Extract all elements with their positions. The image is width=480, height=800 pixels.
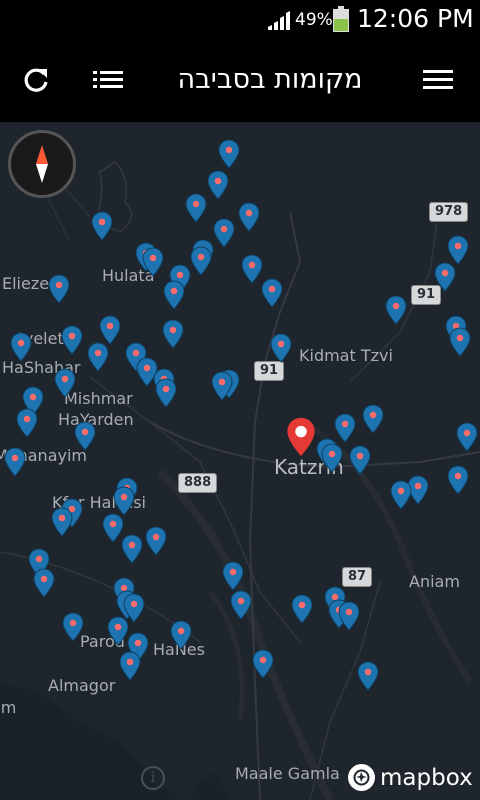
location-pin[interactable] [211,371,233,401]
road-shield: 888 [178,473,218,493]
location-pin[interactable] [10,332,32,362]
refresh-button[interactable] [6,38,66,122]
location-pin[interactable] [61,325,83,355]
location-pin[interactable] [51,507,73,537]
location-pin[interactable] [87,342,109,372]
location-pin[interactable] [385,295,407,325]
location-pin[interactable] [91,211,113,241]
location-pin[interactable] [222,561,244,591]
road-shield: 978 [429,202,469,222]
compass-button[interactable] [8,130,76,198]
location-pin[interactable] [162,319,184,349]
location-pin[interactable] [207,170,229,200]
location-pin[interactable] [261,278,283,308]
location-pin[interactable] [155,378,177,408]
location-pin[interactable] [99,315,121,345]
location-pin[interactable] [434,262,456,292]
location-pin[interactable] [357,661,379,691]
place-label: Maale Gamla [235,764,340,783]
location-pin[interactable] [338,601,360,631]
location-pin[interactable] [349,445,371,475]
location-pin[interactable] [230,590,252,620]
signal-icon [268,11,290,30]
location-pin[interactable] [163,280,185,310]
location-pin[interactable] [270,333,292,363]
location-pin[interactable] [291,594,313,624]
place-label: Korazim [0,698,17,717]
location-pin[interactable] [447,465,469,495]
list-icon [93,71,123,88]
list-view-button[interactable] [78,38,138,122]
location-pin[interactable] [54,368,76,398]
mapbox-icon [348,764,375,791]
location-pin[interactable] [74,421,96,451]
location-pin[interactable] [456,422,478,452]
location-pin[interactable] [16,408,38,438]
app-bar: מקומות בסביבה [0,38,480,122]
place-label: Almagor [48,676,116,695]
status-bar: 49% 12:06 PM [0,0,480,38]
location-pin[interactable] [390,480,412,510]
location-pin[interactable] [107,616,129,646]
mapbox-logo: mapbox [348,764,473,791]
location-pin[interactable] [33,568,55,598]
hamburger-menu-icon [423,70,453,89]
road-shield: 91 [254,361,285,381]
location-pin[interactable] [113,486,135,516]
location-pin[interactable] [362,404,384,434]
status-time: 12:06 PM [357,4,474,33]
refresh-icon [24,68,48,92]
location-pin[interactable] [447,235,469,265]
location-pin[interactable] [145,526,167,556]
location-pin[interactable] [121,534,143,564]
mapbox-wordmark: mapbox [380,764,473,791]
page-title: מקומות בסביבה [177,64,363,95]
battery-icon [333,6,349,32]
map-view[interactable]: Eliezer Hulata Ayelet HaShahar Mishmar H… [0,122,480,800]
location-pin[interactable] [238,202,260,232]
place-label: Kidmat Tzvi [299,346,393,365]
location-pin[interactable] [119,651,141,681]
location-pin[interactable] [252,649,274,679]
location-pin[interactable] [48,274,70,304]
battery-percent: 49% [295,10,333,30]
location-pin[interactable] [449,327,471,357]
road-shield: 87 [342,567,373,587]
location-pin[interactable] [218,139,240,169]
location-pin[interactable] [241,254,263,284]
location-pin[interactable] [185,193,207,223]
location-pin[interactable] [321,443,343,473]
location-pin[interactable] [213,218,235,248]
location-pin[interactable] [170,620,192,650]
place-label: Aniam [409,572,460,591]
attribution-info-button[interactable]: i [141,766,165,790]
location-pin[interactable] [190,246,212,276]
selected-location-pin[interactable] [286,416,316,458]
location-pin[interactable] [142,247,164,277]
location-pin[interactable] [4,447,26,477]
compass-icon [36,145,48,183]
menu-button[interactable] [408,38,468,122]
location-pin[interactable] [62,612,84,642]
